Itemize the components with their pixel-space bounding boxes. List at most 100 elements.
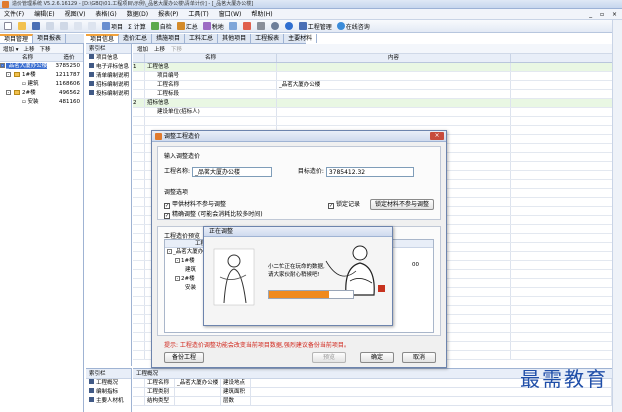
grid-add-button[interactable]: 增加 [137,45,148,53]
save-button[interactable] [32,22,41,30]
menu-table[interactable]: 表格(G) [95,9,116,20]
self-check-button[interactable]: 自检 [150,22,172,31]
progress-bar-fill [269,291,329,298]
row-extra [511,189,612,197]
row-number [133,261,145,269]
precise-adjust-checkbox[interactable]: ✓ [164,212,170,219]
grid-row[interactable] [133,117,612,126]
tab-measures[interactable]: 措施项目 [152,34,186,43]
tree-move-down-button[interactable]: 下移 [40,45,51,53]
menu-report[interactable]: 报表(P) [158,9,178,20]
grid-row[interactable]: 项目编号 [133,72,612,81]
copy-button[interactable] [74,22,83,30]
tax-button[interactable]: 税地 [202,22,224,31]
index-item[interactable]: 工程概况 [86,379,131,388]
index-item[interactable]: 投标编制说明 [86,90,131,99]
menu-view[interactable]: 视图(V) [65,9,86,20]
tab-main-materials[interactable]: 主要材料 [284,34,318,43]
tree-move-up-button[interactable]: 上移 [24,45,35,53]
vertical-scrollbar[interactable] [612,20,622,412]
grid-row[interactable]: 建设单位(招标人) [133,108,612,117]
row-number [133,180,145,188]
row-extra [511,243,612,251]
index-item[interactable]: 招标编制说明 [86,81,131,90]
project-manage-button[interactable]: 工程管理 [298,22,332,31]
redo-button[interactable] [60,22,69,30]
tree-row[interactable]: -2#楼 496562 [0,89,83,98]
window-controls[interactable]: _ ▫ × [589,9,620,20]
tree-row[interactable]: - _品茗大厦办公楼 3785250 [0,62,83,71]
calculate-button[interactable]: Σ 计算 [128,22,146,31]
new-button[interactable] [4,22,13,30]
tree-row[interactable]: ▫ 安装 481160 [0,98,83,107]
chart-button[interactable] [242,22,252,30]
project-button[interactable]: 项目 [102,22,123,31]
bottom-index-panel: 索引栏 工程概况 编制指标 主要人材机 [86,368,132,412]
paste-button[interactable] [88,22,97,30]
tab-project-info[interactable]: 项目信息 [86,34,120,43]
lock-materials-button[interactable]: 锁定材料不参与调整 [370,199,434,210]
row-extra [511,198,612,206]
help-button[interactable] [284,22,294,30]
menu-tools[interactable]: 工具(T) [188,9,208,20]
row-number [133,90,145,98]
grid-row[interactable]: 工程标段 [133,90,612,99]
doc-icon [89,388,94,393]
menu-help[interactable]: 帮助(H) [251,9,272,20]
index-item[interactable]: 清单编制说明 [86,72,131,81]
open-button[interactable] [18,22,27,30]
grid-row[interactable]: 工程名称 _品茗大厦办公楼 [133,81,612,90]
tree-row[interactable]: -1#楼 1211787 [0,71,83,80]
settings-button[interactable] [270,22,280,30]
collapse-icon[interactable]: - [6,90,11,95]
collapse-icon[interactable]: - [6,72,11,77]
collapse-icon[interactable]: - [0,63,5,68]
tab-materials-summary[interactable]: 工料汇总 [185,34,219,43]
project-name-field[interactable]: _品茗大厦办公楼 [191,166,272,177]
grid-row[interactable]: 1 工程信息 [133,63,612,72]
cancel-button[interactable]: 取消 [402,352,436,363]
tree-row[interactable]: ▫ 建筑 1168606 [0,80,83,89]
tab-project-report[interactable]: 项目报表 [33,34,67,43]
menu-data[interactable]: 数据(D) [127,9,148,20]
summary-button[interactable]: 汇总 [176,22,198,31]
preview-button[interactable]: 预览 [312,352,346,363]
row-number [133,351,145,359]
grid-move-down-button[interactable]: 下移 [171,45,182,53]
row-extra [511,81,612,89]
grid-row[interactable]: 2 招标信息 [133,99,612,108]
lock-record-checkbox[interactable]: ✓ [328,202,334,209]
ok-button[interactable]: 确定 [360,352,394,363]
collapse-icon[interactable]: - [175,258,180,263]
collapse-icon[interactable]: - [167,249,172,254]
warning-hint: 提示: 工程造价调整功能会改变当前项目数据,强烈建议备份当前项目。 [164,342,350,349]
ink-figure-illustration [213,248,255,306]
tree-add-button[interactable]: 增加 ▾ [3,45,19,53]
online-consult-button[interactable]: 在线咨询 [336,22,370,31]
index-item[interactable]: 编制指标 [86,388,131,397]
grid-col-name: 名称 [145,54,277,62]
tab-other-items[interactable]: 其他项目 [218,34,252,43]
doc-icon [89,72,94,77]
supplied-material-checkbox[interactable]: ✓ [164,202,170,209]
grid-move-up-button[interactable]: 上移 [154,45,165,53]
print-button[interactable] [256,22,266,30]
close-icon[interactable]: × [430,132,444,140]
index-item[interactable]: 项目信息 [86,54,131,63]
menu-window[interactable]: 窗口(W) [219,9,242,20]
backup-project-button[interactable]: 备份工程 [164,352,204,363]
tab-project-reports[interactable]: 工程报表 [251,34,285,43]
tab-cost-summary[interactable]: 造价汇总 [119,34,153,43]
menu-file[interactable]: 文件(F) [4,9,24,20]
collapse-icon[interactable]: - [175,276,180,281]
table-button[interactable] [228,22,238,30]
index-item[interactable]: 电子评标信息 [86,63,131,72]
target-price-input[interactable]: 3785412.32 [325,166,414,177]
tab-project-manage[interactable]: 项目管理 [0,34,34,43]
undo-button[interactable] [46,22,55,30]
menu-edit[interactable]: 编辑(E) [34,9,54,20]
new-file-icon [4,22,12,30]
row-extra [511,144,612,152]
row-number [133,144,145,152]
index-item[interactable]: 主要人材机 [86,397,131,406]
